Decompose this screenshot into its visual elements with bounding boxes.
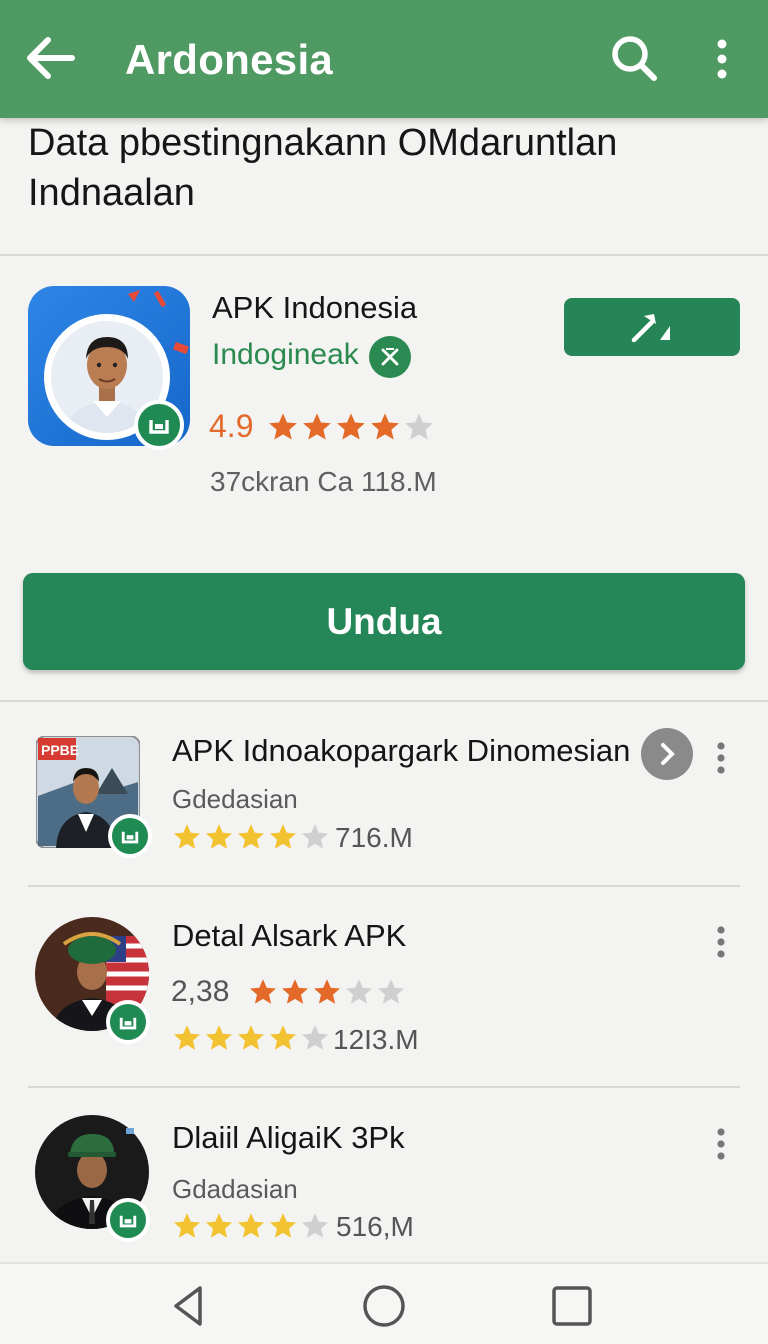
- item-menu-button[interactable]: [708, 922, 734, 962]
- app-size: 516,M: [336, 1211, 414, 1242]
- download-badge-icon: [108, 814, 152, 858]
- more-vert-icon: [717, 926, 725, 958]
- nav-home-button[interactable]: [360, 1282, 408, 1330]
- app-bar: Ardonesia: [0, 0, 768, 118]
- app-name: Dlaiil AligaiK 3Pk: [172, 1120, 405, 1155]
- app-thumbnail: [34, 1114, 150, 1242]
- open-detail-button[interactable]: [641, 728, 693, 780]
- star-icon: [371, 413, 399, 440]
- featured-app-name[interactable]: APK Indonesia: [212, 290, 417, 326]
- list-item[interactable]: Dlaiil AligaiK 3Pk Gdadasian 516,M: [0, 1100, 768, 1260]
- arrow-left-icon: [27, 37, 75, 79]
- hammer-icon: [631, 314, 670, 343]
- search-icon: [612, 36, 657, 81]
- featured-rating-stars: [267, 411, 435, 443]
- star-icon: [303, 413, 331, 440]
- star-icon: [337, 413, 365, 440]
- star-icon: [282, 979, 308, 1004]
- circle-home-icon: [363, 1285, 405, 1327]
- app-developer: Gdedasian: [172, 784, 298, 814]
- square-recents-icon: [552, 1286, 592, 1326]
- app-title: Ardonesia: [125, 36, 334, 83]
- star-icon: [302, 1025, 328, 1050]
- action-button[interactable]: [564, 298, 740, 356]
- rating-stars: [172, 1023, 330, 1053]
- download-badge-icon: [134, 400, 184, 450]
- download-badge-icon: [106, 1000, 150, 1044]
- app-developer: Gdadasian: [172, 1174, 298, 1204]
- star-icon: [238, 824, 264, 849]
- app-name: Detal Alsark APK: [172, 918, 407, 953]
- star-icon: [314, 979, 340, 1004]
- featured-rating: 4.9: [209, 408, 254, 444]
- app-name: APK Idnoakopargark Dinomesian: [172, 733, 631, 768]
- star-icon: [174, 824, 200, 849]
- divider: [28, 885, 740, 887]
- star-icon: [270, 1213, 296, 1238]
- svg-text:PPBE: PPBE: [41, 742, 79, 758]
- star-icon: [346, 979, 372, 1004]
- triangle-back-icon: [174, 1286, 202, 1326]
- item-menu-button[interactable]: [708, 1124, 734, 1164]
- star-icon: [378, 979, 404, 1004]
- app-size: 716.M: [335, 822, 413, 853]
- star-icon: [238, 1025, 264, 1050]
- featured-meta: 37ckran Ca 118.M: [210, 466, 437, 497]
- star-icon: [174, 1213, 200, 1238]
- verified-icon: [369, 336, 411, 378]
- divider: [28, 1086, 740, 1088]
- system-nav-bar: [0, 1262, 768, 1344]
- chevron-right-icon: [661, 743, 675, 765]
- rating-stars: [172, 1211, 330, 1241]
- nav-recents-button[interactable]: [548, 1282, 596, 1330]
- star-icon: [302, 824, 328, 849]
- star-icon: [206, 1213, 232, 1238]
- star-icon: [269, 413, 297, 440]
- star-icon: [250, 979, 276, 1004]
- rating-stars: [248, 977, 406, 1007]
- star-icon: [302, 1213, 328, 1238]
- list-item[interactable]: PPBE APK Idnoakopargark Dinomesian Gdeda…: [0, 720, 768, 920]
- app-thumbnail: PPBE: [35, 735, 152, 858]
- item-menu-button[interactable]: [708, 738, 734, 778]
- list-item[interactable]: Detal Alsark APK 2,38 12I3.M: [0, 900, 768, 1100]
- star-icon: [270, 1025, 296, 1050]
- page-heading: Data pbestingnakann OMdaruntlan Indnaala…: [28, 122, 618, 214]
- app-rating: 2,38: [171, 975, 230, 1008]
- download-badge-icon: [106, 1198, 150, 1242]
- star-icon: [405, 413, 433, 440]
- more-vert-icon: [717, 1128, 725, 1160]
- divider: [0, 700, 768, 702]
- star-icon: [174, 1025, 200, 1050]
- featured-developer[interactable]: Indogineak: [212, 338, 359, 372]
- search-button[interactable]: [604, 28, 664, 88]
- app-thumbnail: [34, 916, 150, 1044]
- star-icon: [270, 824, 296, 849]
- star-icon: [206, 824, 232, 849]
- rating-stars: [172, 822, 330, 852]
- back-button[interactable]: [22, 28, 82, 88]
- more-vert-icon: [717, 742, 725, 774]
- app-size: 12I3.M: [333, 1024, 419, 1055]
- star-icon: [238, 1213, 264, 1238]
- star-icon: [206, 1025, 232, 1050]
- divider: [0, 254, 768, 256]
- featured-app-icon[interactable]: [28, 286, 190, 450]
- more-vert-icon: [717, 39, 727, 79]
- install-button[interactable]: Undua: [23, 573, 745, 670]
- overflow-menu-button[interactable]: [700, 28, 744, 88]
- nav-back-button[interactable]: [166, 1282, 214, 1330]
